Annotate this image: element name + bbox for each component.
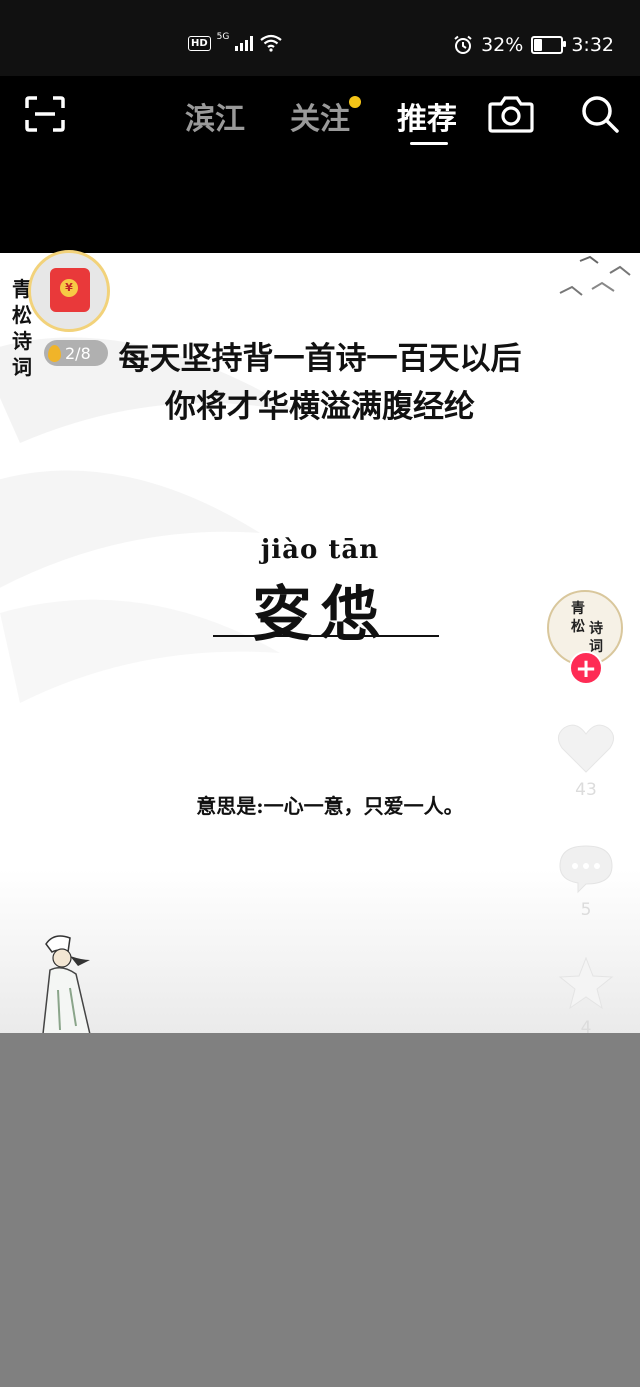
status-bar: HD 5G 32% 3:32 <box>0 0 640 76</box>
hd-badge: HD <box>188 35 211 51</box>
pinyin: jiào tān <box>260 535 380 565</box>
word-underline <box>213 635 439 637</box>
content-overlay-area <box>0 1033 640 1387</box>
headline-line-1: 每天坚持背一首诗一百天以后 <box>118 341 522 377</box>
wifi-icon <box>260 34 283 52</box>
active-tab-indicator <box>410 142 448 145</box>
poet-illustration <box>41 935 93 1043</box>
battery-fill <box>534 39 543 51</box>
like-count: 43 <box>575 780 597 800</box>
battery-percent: 32% <box>481 34 524 56</box>
signal-icon <box>235 35 254 51</box>
search-icon[interactable] <box>580 94 620 134</box>
avatar-char-2: 松 <box>571 619 585 635</box>
meaning-text: 意思是:一心一意，只爱一人。 <box>196 794 464 818</box>
network-type: 5G <box>216 32 230 42</box>
birds-illustration <box>559 255 631 296</box>
favorite-button[interactable]: 4 <box>556 956 616 1038</box>
scan-icon[interactable] <box>25 96 65 132</box>
headline-line-2: 你将才华横溢满腹经纶 <box>165 389 475 425</box>
status-right: 32% 3:32 <box>453 34 614 56</box>
heart-icon <box>558 724 614 773</box>
comment-icon <box>559 845 613 894</box>
yuan-coin-icon: ¥ <box>60 279 78 297</box>
notification-dot <box>349 96 361 108</box>
status-left: HD 5G <box>188 32 283 52</box>
featured-word: 叜怹 <box>252 580 388 650</box>
tab-recommended[interactable]: 推荐 <box>397 94 457 138</box>
avatar-char-3: 诗 <box>589 621 603 637</box>
comment-count: 5 <box>580 900 592 920</box>
battery-icon <box>531 36 567 54</box>
camera-icon[interactable] <box>488 94 534 134</box>
star-icon <box>558 956 614 1010</box>
alarm-icon <box>454 35 472 54</box>
like-button[interactable]: 43 <box>556 722 616 800</box>
avatar-char-1: 青 <box>571 601 585 617</box>
tab-binjiang[interactable]: 滨江 <box>185 94 245 138</box>
clock: 3:32 <box>571 34 614 56</box>
tab-following[interactable]: 关注 <box>290 94 350 138</box>
follow-button[interactable]: + <box>569 651 603 685</box>
comment-button[interactable]: 5 <box>556 842 616 920</box>
